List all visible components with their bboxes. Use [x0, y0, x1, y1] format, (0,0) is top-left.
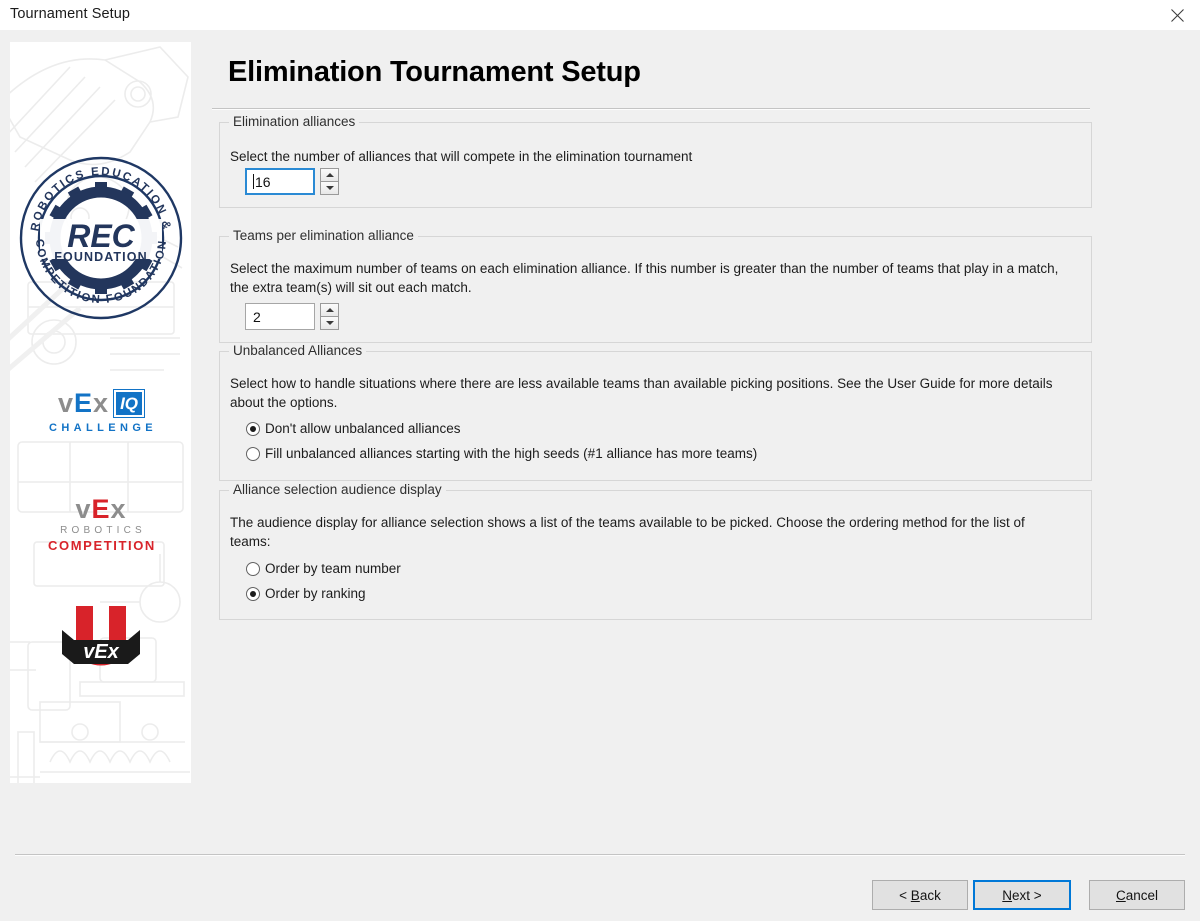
radio-label: Don't allow unbalanced alliances: [265, 421, 461, 436]
teams-per-alliance-stepper[interactable]: 2: [245, 303, 339, 330]
vex-iq-letter-x: x: [93, 388, 110, 418]
group-unbalanced-alliances: Unbalanced Alliances Select how to handl…: [219, 343, 1092, 481]
dialog-body: REC FOUNDATION ROBOTICS EDUCATION & COMP…: [0, 30, 1200, 921]
radio-order-by-team-number[interactable]: Order by team number: [246, 561, 401, 576]
rec-logo-center-subtext: FOUNDATION: [54, 250, 147, 264]
sidebar-banner: REC FOUNDATION ROBOTICS EDUCATION & COMP…: [10, 42, 191, 783]
radio-label: Fill unbalanced alliances starting with …: [265, 446, 758, 461]
vrc-letter-v: v: [75, 494, 92, 524]
vex-iq-challenge-logo: vEx IQ CHALLENGE: [30, 389, 172, 442]
vex-u-banner-text: vEx: [83, 641, 119, 663]
group-teams-per-alliance-description: Select the maximum number of teams on ea…: [230, 261, 1059, 295]
vex-u-logo: vEx: [60, 602, 142, 688]
radio-button-indicator[interactable]: [246, 586, 260, 601]
cancel-button[interactable]: Cancel: [1089, 880, 1185, 910]
group-unbalanced-alliances-title: Unbalanced Alliances: [229, 343, 367, 358]
alliance-count-spin-buttons[interactable]: [320, 168, 339, 195]
alliance-count-input[interactable]: 16: [245, 168, 315, 195]
group-elimination-alliances-title: Elimination alliances: [229, 114, 360, 129]
group-teams-per-alliance-title: Teams per elimination alliance: [229, 228, 418, 243]
group-audience-display: Alliance selection audience display The …: [219, 482, 1092, 620]
vex-iq-badge: IQ: [113, 389, 146, 418]
radio-button-indicator[interactable]: [246, 421, 260, 436]
alliance-count-value: 16: [255, 173, 271, 190]
spinner-up-arrow-icon[interactable]: [320, 168, 339, 182]
teams-per-alliance-spin-buttons[interactable]: [320, 303, 339, 330]
spinner-down-arrow-icon[interactable]: [320, 316, 339, 330]
rec-foundation-logo: REC FOUNDATION ROBOTICS EDUCATION & COMP…: [18, 155, 184, 321]
group-teams-per-alliance: Teams per elimination alliance Select th…: [219, 228, 1092, 343]
group-unbalanced-alliances-description: Select how to handle situations where th…: [230, 376, 1053, 410]
vrc-wordmark: vEx: [38, 495, 164, 523]
group-elimination-alliances-description: Select the number of alliances that will…: [230, 149, 693, 164]
vrc-robotics-text: ROBOTICS: [60, 525, 146, 536]
vrc-letter-e: E: [91, 494, 111, 524]
vex-robotics-competition-logo: vEx ROBOTICS COMPETITION: [38, 495, 164, 557]
radio-dont-allow-unbalanced[interactable]: Don't allow unbalanced alliances: [246, 421, 460, 436]
next-button[interactable]: Next >: [973, 880, 1071, 910]
back-button-label: < Back: [899, 887, 941, 903]
next-button-label: Next >: [1002, 887, 1042, 903]
page-title: Elimination Tournament Setup: [228, 56, 641, 88]
rec-logo-center-text: REC: [67, 218, 135, 254]
radio-fill-unbalanced-high-seeds[interactable]: Fill unbalanced alliances starting with …: [246, 446, 757, 461]
teams-per-alliance-input[interactable]: 2: [245, 303, 315, 330]
footer-separator: [15, 854, 1185, 856]
window-title-bar: Tournament Setup: [0, 0, 1200, 30]
spinner-up-arrow-icon[interactable]: [320, 303, 339, 317]
teams-per-alliance-value: 2: [253, 308, 261, 325]
vex-iq-letter-v: v: [57, 388, 75, 418]
window-title: Tournament Setup: [10, 6, 131, 22]
back-button[interactable]: < Back: [872, 880, 968, 910]
alliance-count-stepper[interactable]: 16: [245, 168, 339, 195]
radio-order-by-ranking[interactable]: Order by ranking: [246, 586, 366, 601]
vex-iq-wordmark: vEx: [58, 390, 109, 417]
heading-separator: [212, 108, 1090, 110]
radio-label: Order by team number: [265, 561, 401, 576]
text-caret: [253, 174, 254, 189]
spinner-down-arrow-icon[interactable]: [320, 181, 339, 195]
vex-iq-subtext: CHALLENGE: [48, 422, 158, 434]
vrc-competition-text: COMPETITION: [48, 538, 156, 553]
cancel-button-label: Cancel: [1115, 887, 1159, 903]
radio-button-indicator[interactable]: [246, 446, 260, 461]
tournament-setup-dialog: Tournament Setup REC FOUNDATION ROBOTICS…: [0, 0, 1200, 921]
vrc-letter-x: x: [110, 494, 127, 524]
radio-label: Order by ranking: [265, 586, 366, 601]
group-elimination-alliances: Elimination alliances Select the number …: [219, 114, 1092, 208]
close-icon[interactable]: [1154, 0, 1200, 30]
group-audience-display-title: Alliance selection audience display: [229, 482, 446, 497]
vex-iq-letter-e: E: [74, 388, 94, 418]
radio-button-indicator[interactable]: [246, 561, 260, 576]
group-audience-display-description: The audience display for alliance select…: [230, 515, 1025, 549]
